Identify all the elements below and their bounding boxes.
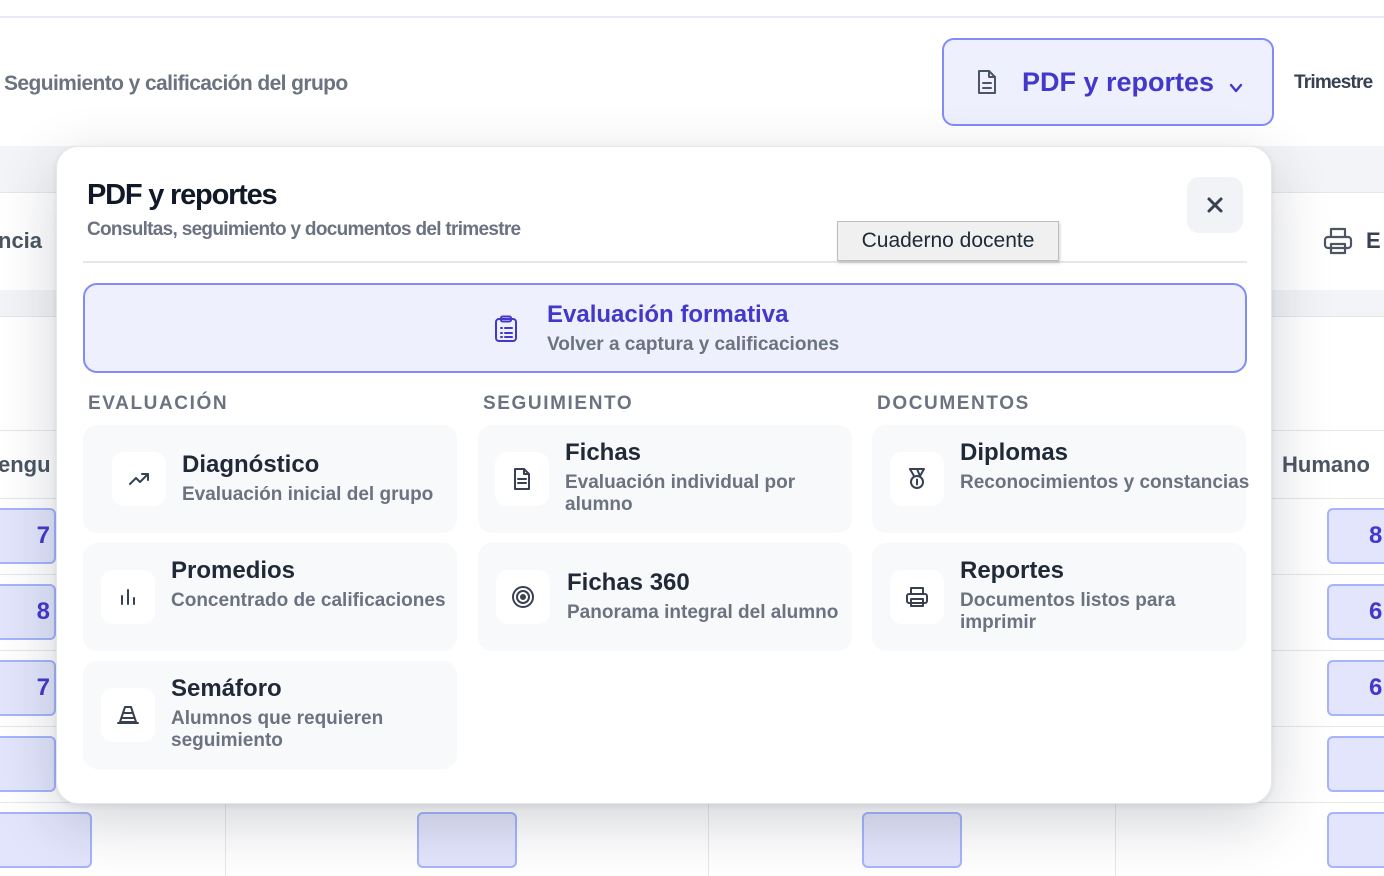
grade-cell[interactable] bbox=[862, 812, 962, 868]
grade-cell[interactable]: 7 bbox=[0, 508, 56, 564]
trending-up-icon bbox=[129, 473, 149, 485]
card-title: Reportes bbox=[960, 557, 1065, 584]
card-reportes[interactable]: Reportes Documentos listos para imprimir bbox=[872, 543, 1246, 651]
top-bar bbox=[0, 0, 1384, 18]
close-icon bbox=[1207, 197, 1223, 213]
card-fichas[interactable]: Fichas Evaluación individual por alumno bbox=[478, 425, 852, 533]
modal-divider bbox=[83, 261, 1247, 263]
close-button[interactable] bbox=[1187, 177, 1243, 233]
formative-evaluation-button[interactable]: Evaluación formativa Volver a captura y … bbox=[83, 283, 1247, 373]
printer-icon bbox=[906, 587, 928, 607]
tooltip: Cuaderno docente bbox=[837, 221, 1059, 261]
grade-cell[interactable]: 8 bbox=[0, 584, 56, 640]
column-label-right: Humano bbox=[1282, 452, 1370, 477]
pdf-reports-button-label: PDF y reportes bbox=[1022, 66, 1215, 97]
pdf-reports-modal: PDF y reportes Consultas, seguimiento y … bbox=[56, 146, 1272, 804]
grade-cell[interactable]: 6 bbox=[1327, 660, 1384, 716]
target-icon bbox=[512, 586, 534, 608]
document-icon bbox=[978, 70, 996, 94]
card-title: Promedios bbox=[171, 557, 296, 584]
pdf-reports-button[interactable]: PDF y reportes bbox=[942, 38, 1274, 126]
card-title: Fichas 360 bbox=[567, 569, 690, 596]
grade-cell[interactable]: 8 bbox=[1327, 508, 1384, 564]
card-desc: Panorama integral del alumno bbox=[567, 602, 839, 623]
grade-cell[interactable] bbox=[0, 812, 92, 868]
grade-cell[interactable]: 6 bbox=[1327, 584, 1384, 640]
page-subtitle: Seguimiento y calificación del grupo bbox=[4, 72, 348, 95]
file-text-icon bbox=[514, 468, 530, 490]
grid-line bbox=[708, 802, 709, 876]
traffic-cone-icon bbox=[117, 706, 139, 724]
grade-cell[interactable] bbox=[1327, 736, 1384, 792]
grid-line bbox=[1115, 802, 1116, 876]
card-diagnostico[interactable]: Diagnóstico Evaluación inicial del grupo bbox=[83, 425, 457, 533]
clipboard-list-icon bbox=[495, 315, 517, 342]
trimestre-label[interactable]: Trimestre bbox=[1294, 72, 1373, 94]
card-desc: Alumnos que requieren seguimiento bbox=[171, 708, 384, 751]
column-header-left: ncia bbox=[0, 228, 43, 253]
column-header-right: E bbox=[1366, 228, 1381, 253]
modal-title: PDF y reportes bbox=[87, 179, 278, 211]
card-semaforo[interactable]: Semáforo Alumnos que requieren seguimien… bbox=[83, 661, 457, 769]
card-desc: Concentrado de calificaciones bbox=[171, 590, 446, 611]
card-promedios[interactable]: Promedios Concentrado de calificaciones bbox=[83, 543, 457, 651]
grid-line bbox=[225, 802, 226, 876]
card-title: Diagnóstico bbox=[182, 451, 320, 478]
card-desc: Documentos listos para imprimir bbox=[960, 590, 1176, 633]
printer-icon[interactable] bbox=[1322, 225, 1354, 257]
card-desc: Evaluación individual por alumno bbox=[565, 472, 796, 515]
grade-cell[interactable] bbox=[0, 736, 56, 792]
card-desc: Evaluación inicial del grupo bbox=[182, 484, 434, 505]
card-title: Diplomas bbox=[960, 439, 1069, 466]
formative-evaluation-desc: Volver a captura y calificaciones bbox=[547, 334, 840, 355]
section-heading-documentos: DOCUMENTOS bbox=[877, 393, 1030, 414]
column-label-left: engu bbox=[0, 452, 51, 477]
grade-cell[interactable] bbox=[1327, 812, 1384, 868]
card-fichas-360[interactable]: Fichas 360 Panorama integral del alumno bbox=[478, 543, 852, 651]
grade-cell[interactable] bbox=[417, 812, 517, 868]
card-desc: Reconocimientos y constancias bbox=[960, 472, 1250, 493]
medal-icon bbox=[909, 468, 925, 489]
card-title: Fichas bbox=[565, 439, 642, 466]
card-title: Semáforo bbox=[171, 675, 282, 702]
grade-cell[interactable]: 7 bbox=[0, 660, 56, 716]
bar-chart-icon bbox=[121, 589, 135, 605]
modal-subtitle: Consultas, seguimiento y documentos del … bbox=[87, 219, 521, 240]
section-heading-seguimiento: SEGUIMIENTO bbox=[483, 393, 634, 414]
formative-evaluation-title: Evaluación formativa bbox=[547, 301, 789, 328]
chevron-down-icon bbox=[1229, 83, 1243, 93]
section-heading-evaluacion: EVALUACIÓN bbox=[88, 393, 229, 414]
card-diplomas[interactable]: Diplomas Reconocimientos y constancias bbox=[872, 425, 1249, 533]
